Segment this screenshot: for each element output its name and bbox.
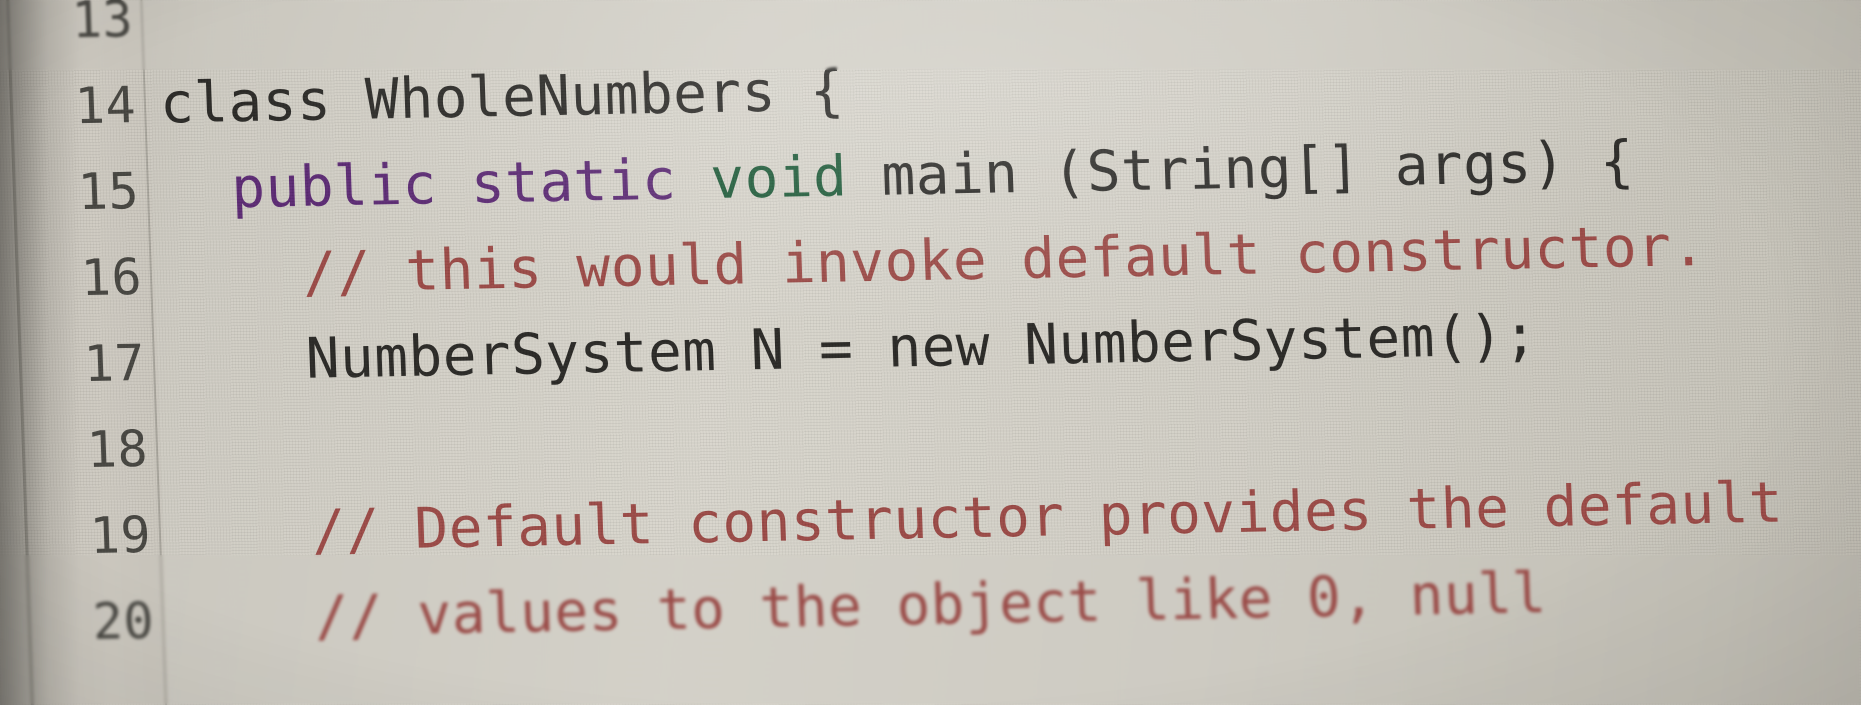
code-token-plain: NumberSystem N = new NumberSystem(); bbox=[304, 303, 1539, 392]
code-token-plain: { bbox=[774, 58, 846, 125]
line-number: 13 bbox=[70, 0, 134, 50]
code-token-plain: main (String[] args) { bbox=[880, 129, 1636, 209]
line-number: 14 bbox=[73, 76, 137, 136]
photographed-screen-surface: 13 14 class WholeNumbers {15 public static… bbox=[0, 0, 1861, 705]
line-number: 17 bbox=[82, 333, 146, 394]
line-number: 16 bbox=[79, 247, 143, 308]
line-number: 19 bbox=[88, 505, 152, 565]
code-editor-canvas[interactable]: 13 14 class WholeNumbers {15 public static… bbox=[0, 0, 1861, 705]
code-token-comment: // this would invoke default constructor… bbox=[301, 213, 1707, 306]
code-token-plain: WholeNumbers bbox=[364, 59, 777, 133]
code-token-comment: // values to the object like 0, null bbox=[313, 561, 1548, 650]
line-number: 18 bbox=[85, 419, 149, 480]
code-token-plain: class bbox=[158, 67, 367, 137]
line-number: 20 bbox=[91, 591, 156, 651]
code-text-area[interactable]: 13 14 class WholeNumbers {15 public static… bbox=[0, 0, 1861, 705]
line-number: 15 bbox=[76, 162, 140, 222]
line-content[interactable]: class WholeNumbers { bbox=[158, 48, 846, 147]
screenshot-root: 13 14 class WholeNumbers {15 public static… bbox=[0, 0, 1861, 705]
code-token-type: void bbox=[709, 143, 883, 213]
code-token-keyword: public static bbox=[230, 147, 712, 222]
code-token-comment: // Default constructor provides the defa… bbox=[310, 470, 1785, 564]
